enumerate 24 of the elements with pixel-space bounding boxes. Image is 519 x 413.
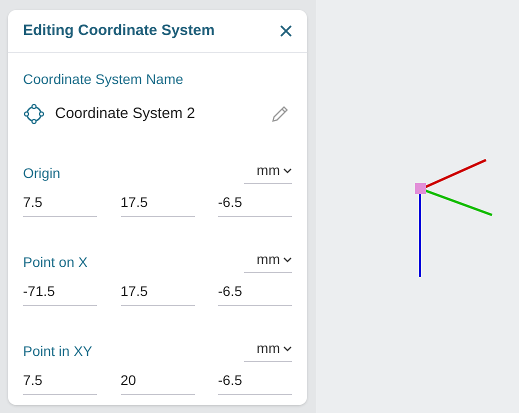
coordinate-input[interactable]: 17.5 xyxy=(120,281,194,306)
panel-title: Editing Coordinate System xyxy=(23,20,215,41)
coordinate-input[interactable]: 7.5 xyxy=(23,192,97,217)
name-label: Coordinate System Name xyxy=(23,70,184,89)
coordinate-input[interactable]: 7.5 xyxy=(23,370,97,395)
chevron-icon xyxy=(283,256,292,262)
chevron-icon xyxy=(283,346,292,352)
point-label: Origin xyxy=(23,164,60,183)
coordinate-input[interactable]: -71.5 xyxy=(23,281,97,306)
coordinate-input[interactable]: 17.5 xyxy=(120,192,194,217)
coordinate-input[interactable]: -6.5 xyxy=(218,281,292,306)
edit-button[interactable] xyxy=(270,104,290,124)
chevron-icon xyxy=(283,168,292,174)
unit-select[interactable]: mm xyxy=(244,249,292,273)
point-label: Point in XY xyxy=(23,342,92,361)
coordinate-input[interactable]: -6.5 xyxy=(218,192,292,217)
coordinate-input[interactable]: 20 xyxy=(120,370,194,395)
unit-select[interactable]: mm xyxy=(244,338,292,362)
point-label: Point on X xyxy=(23,253,88,272)
unit-select[interactable]: mm xyxy=(244,160,292,184)
coordinate-system-icon xyxy=(23,103,45,125)
system-name: Coordinate System 2 xyxy=(55,104,196,124)
close-button[interactable] xyxy=(280,25,292,37)
coordinate-input[interactable]: -6.5 xyxy=(218,370,292,395)
